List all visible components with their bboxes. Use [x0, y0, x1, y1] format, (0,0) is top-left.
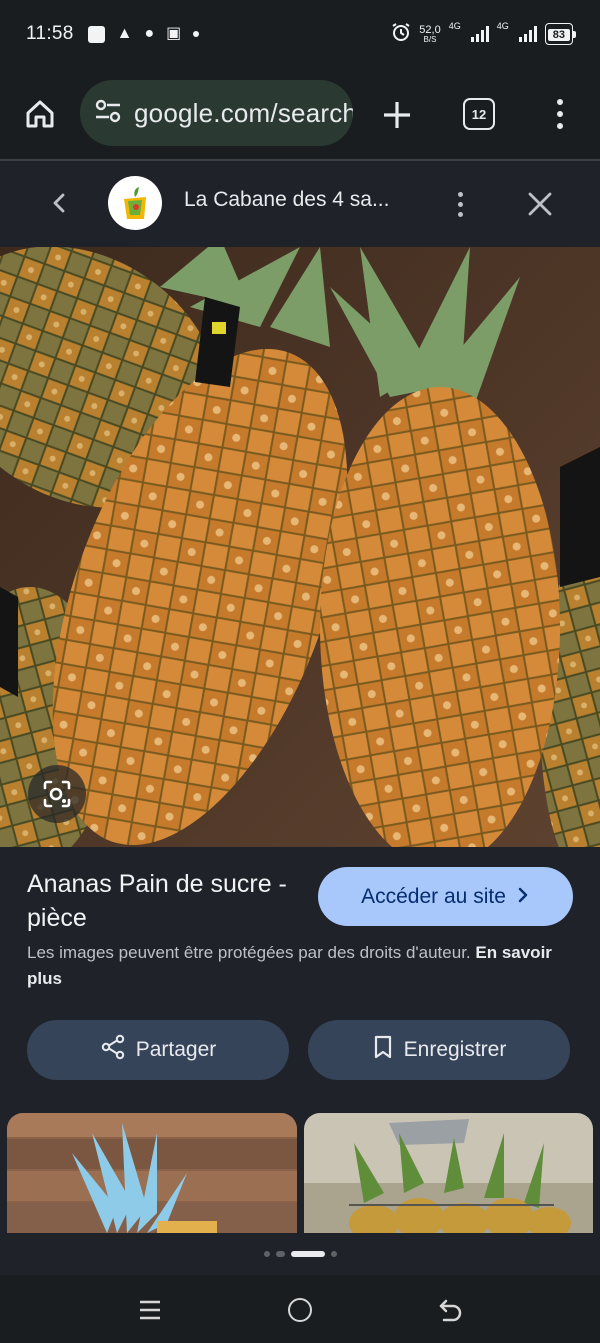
close-icon[interactable]	[524, 188, 556, 220]
status-bar: 11:58 ▲ ● ▣ 52,0 B/S 4G 4G 83	[0, 0, 600, 68]
notification-icons: ▲ ● ▣	[87, 25, 200, 43]
chevron-right-icon	[516, 885, 530, 909]
warning-icon: ▲	[116, 25, 133, 42]
related-image[interactable]	[304, 1113, 593, 1233]
status-time: 11:58	[26, 23, 74, 44]
battery-icon: 83	[544, 23, 576, 45]
chevron-left-icon[interactable]	[44, 187, 76, 219]
visit-site-button[interactable]: Accéder au site	[318, 867, 573, 926]
plus-icon[interactable]	[378, 96, 416, 134]
system-nav-bar	[0, 1275, 600, 1343]
back-icon[interactable]	[438, 1297, 464, 1323]
signal-icon	[518, 26, 537, 42]
visit-site-label: Accéder au site	[361, 884, 506, 908]
address-bar[interactable]: google.com/search	[80, 80, 353, 146]
more-vertical-icon[interactable]	[546, 94, 574, 134]
image-title: Ananas Pain de sucre - pièce	[27, 870, 287, 932]
main-image[interactable]	[0, 247, 600, 847]
network-speed-value: 52,0	[419, 23, 441, 36]
copyright-text: Les images peuvent être protégées par de…	[27, 943, 471, 962]
browser-toolbar: google.com/search 12	[0, 68, 600, 160]
image-viewer-header: La Cabane des 4 sa...	[0, 161, 600, 247]
share-icon	[100, 1034, 126, 1066]
save-button[interactable]: Enregistrer	[308, 1020, 570, 1080]
more-notifications-icon	[193, 31, 200, 37]
sim2-label: 4G	[496, 20, 509, 31]
copyright-notice: Les images peuvent être protégées par de…	[27, 940, 577, 992]
tune-icon[interactable]	[94, 99, 122, 128]
site-logo[interactable]	[108, 176, 162, 230]
app-notification-icon	[87, 25, 105, 43]
signal-icon	[470, 26, 489, 42]
home-icon[interactable]	[22, 96, 58, 132]
network-speed-unit: B/S	[423, 34, 437, 44]
message-icon: ●	[144, 25, 155, 42]
tabs-counter-icon[interactable]: 12	[463, 98, 495, 130]
battery-level: 83	[547, 29, 570, 41]
home-circle-icon[interactable]	[288, 1298, 312, 1322]
more-vertical-icon[interactable]	[446, 186, 474, 222]
share-label: Partager	[135, 1038, 217, 1061]
nfc-icon: ▣	[166, 25, 182, 42]
sim1-label: 4G	[448, 20, 461, 31]
bookmark-icon	[372, 1034, 394, 1066]
recent-apps-icon[interactable]	[139, 1299, 161, 1321]
alarm-icon	[391, 22, 411, 47]
related-image[interactable]	[7, 1113, 297, 1233]
status-right: 52,0 B/S 4G 4G 83	[391, 20, 576, 47]
site-name[interactable]: La Cabane des 4 sa...	[184, 188, 389, 212]
url-text[interactable]: google.com/search	[134, 98, 353, 129]
image-info-panel: Ananas Pain de sucre - pièce Accéder au …	[0, 847, 600, 1247]
share-button[interactable]: Partager	[27, 1020, 289, 1080]
network-speed: 52,0 B/S	[419, 23, 441, 44]
lens-icon[interactable]	[28, 765, 86, 823]
page-indicator	[0, 1233, 600, 1275]
save-label: Enregistrer	[403, 1038, 507, 1061]
